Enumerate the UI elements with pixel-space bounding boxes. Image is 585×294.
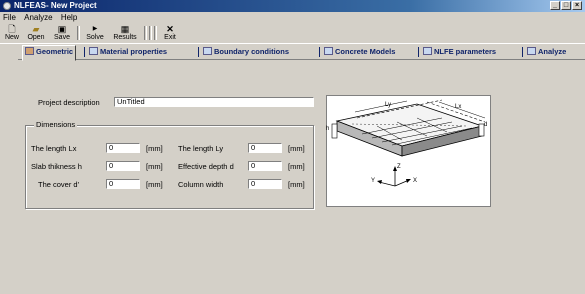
tab-separator [84,47,85,57]
length-lx-unit: [mm] [146,144,163,153]
menu-file[interactable]: File [0,12,19,23]
tab-strip: Geometric Material properties Boundary c… [18,45,585,61]
save-label: Save [54,34,70,41]
open-label: Open [27,34,45,41]
effective-depth-input[interactable]: 0 [248,161,282,171]
tab-boundary-conditions[interactable]: Boundary conditions [203,46,289,58]
column-width-label: Column width [178,180,224,189]
analyze-icon [527,47,536,55]
length-lx-input[interactable]: 0 [106,143,140,153]
length-lx-label: The length Lx [31,144,77,153]
length-ly-input[interactable]: 0 [248,143,282,153]
tab-separator [522,47,523,57]
open-folder-icon: ▰ [32,24,40,34]
new-label: New [4,34,19,41]
solve-button[interactable]: ▶ Solve [84,24,106,42]
exit-button[interactable]: ✕ Exit [162,24,178,42]
tab-label: Boundary conditions [214,47,289,56]
toolbar-separator [77,26,80,40]
close-x-icon: ✕ [166,24,174,34]
save-disk-icon: ▣ [57,24,67,34]
menu-bar: File Analyze Help [0,12,585,23]
tab-analyze[interactable]: Analyze [527,46,566,58]
results-table-icon: ▦ [120,24,130,34]
y-axis-label: Y [371,178,376,184]
tab-label: NLFE parameters [434,47,497,56]
tab-label: Analyze [538,47,567,56]
exit-label: Exit [164,34,176,41]
nlfe-icon [423,47,432,55]
tab-label: Geometric [36,47,74,56]
toolbar-separator [144,26,147,40]
slab-diagram-svg [331,99,486,187]
d-label: d [484,122,488,128]
minimize-button[interactable]: _ [550,1,560,10]
column-width-unit: [mm] [288,180,305,189]
menu-help[interactable]: Help [58,12,80,23]
new-file-icon: 🗋 [8,24,16,34]
x-axis-label: X [413,178,418,184]
z-axis-label: Z [397,164,401,170]
solve-label: Solve [86,34,104,41]
new-button[interactable]: 🗋 New [3,24,21,42]
tab-label: Material properties [100,47,168,56]
effective-depth-unit: [mm] [288,162,305,171]
tab-separator [198,47,199,57]
toolbar-separator [149,26,152,40]
tab-material-properties[interactable]: Material properties [89,46,167,58]
tab-separator [319,47,320,57]
geometric-icon [25,47,34,55]
toolbar: 🗋 New ▰ Open ▣ Save ▶ Solve ▦ Results ✕ … [0,23,585,44]
close-button[interactable]: × [572,1,582,10]
h-label: h [326,126,330,132]
concrete-icon [324,47,333,55]
window-title: NLFEAS- New Project [14,1,97,10]
slab-thickness-input[interactable]: 0 [106,161,140,171]
results-button[interactable]: ▦ Results [111,24,139,42]
length-ly-label: The length Ly [178,144,224,153]
window-titlebar: NLFEAS- New Project _ □ × [0,0,585,12]
tab-separator [418,47,419,57]
material-icon [89,47,98,55]
tab-nlfe-parameters[interactable]: NLFE parameters [423,46,496,58]
slab-thickness-label: Slab thikness h [31,162,82,171]
tab-geometric[interactable]: Geometric [22,45,77,61]
menu-analyze[interactable]: Analyze [21,12,55,23]
cover-label: The cover d' [38,180,80,189]
results-label: Results [113,34,137,41]
open-button[interactable]: ▰ Open [25,24,47,42]
boundary-icon [203,47,212,55]
tab-concrete-models[interactable]: Concrete Models [324,46,395,58]
length-ly-unit: [mm] [288,144,305,153]
slab-diagram: Ly Lx h d Z X Y [326,95,491,207]
project-description-label: Project description [38,98,100,107]
dimensions-legend: Dimensions [34,120,78,130]
save-button[interactable]: ▣ Save [52,24,72,42]
maximize-button[interactable]: □ [561,1,571,10]
play-icon: ▶ [92,26,98,32]
tab-label: Concrete Models [335,47,396,56]
ly-label: Ly [385,102,392,108]
project-description-input[interactable]: UnTitled [114,97,314,107]
slab-thickness-unit: [mm] [146,162,163,171]
effective-depth-label: Effective depth d [178,162,234,171]
cover-input[interactable]: 0 [106,179,140,189]
lx-label: Lx [455,104,462,110]
column-width-input[interactable]: 0 [248,179,282,189]
app-icon [3,2,11,10]
toolbar-separator [154,26,157,40]
cover-unit: [mm] [146,180,163,189]
